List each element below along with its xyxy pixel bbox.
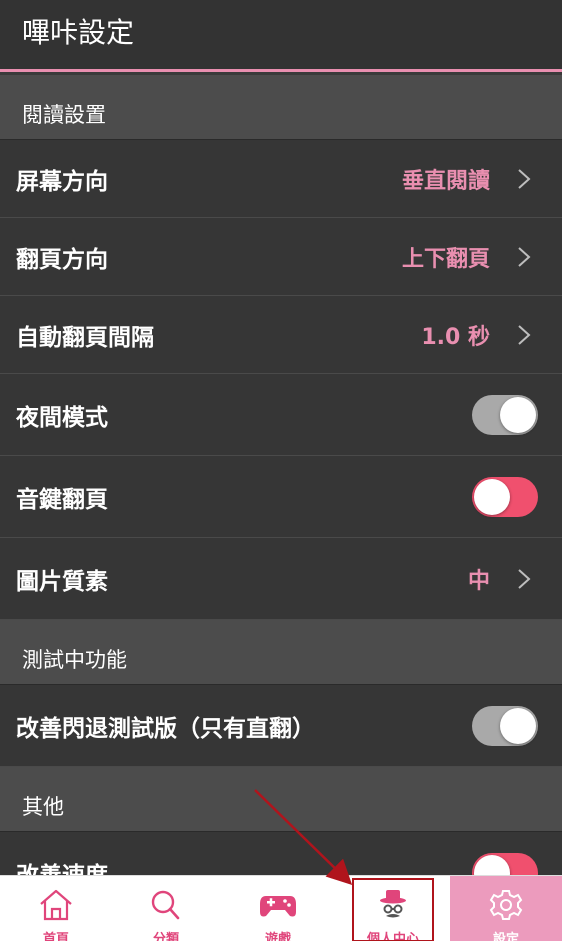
setting-label: 改善速度 [16, 856, 108, 876]
toggle-knob [500, 396, 536, 433]
crash-fix-beta-toggle[interactable] [472, 705, 538, 746]
improve-speed-toggle[interactable] [472, 852, 538, 875]
home-icon [40, 889, 72, 921]
section-title: 測試中功能 [22, 648, 127, 672]
setting-volume-key-flip: 音鍵翻頁 [0, 456, 562, 538]
gear-icon [489, 890, 523, 920]
setting-crash-fix-beta: 改善閃退測試版（只有直翻） [0, 685, 562, 767]
gamepad-icon [260, 896, 296, 917]
tab-category[interactable]: 分類 [110, 876, 222, 941]
setting-value: 垂直閱讀 [401, 168, 490, 194]
setting-image-quality[interactable]: 圖片質素 中 [0, 538, 562, 620]
chevron-right-icon [518, 168, 531, 189]
chevron-right-icon [518, 568, 531, 589]
tab-games[interactable]: 遊戲 [222, 876, 334, 941]
setting-night-mode: 夜間模式 [0, 374, 562, 456]
tab-label: 遊戲 [264, 932, 291, 941]
toggle-knob [500, 707, 536, 744]
page-title: 嗶咔設定 [22, 16, 135, 49]
setting-label: 屏幕方向 [16, 168, 108, 195]
setting-value: 1.0 秒 [421, 324, 490, 350]
setting-value: 上下翻頁 [401, 246, 490, 272]
tab-settings[interactable]: 設定 [450, 876, 562, 941]
setting-page-direction[interactable]: 翻頁方向 上下翻頁 [0, 218, 562, 296]
setting-label: 音鍵翻頁 [16, 486, 108, 513]
section-title: 其他 [22, 795, 64, 819]
section-header-reading: 閱讀設置 [0, 75, 562, 140]
setting-label: 翻頁方向 [16, 246, 108, 273]
settings-list[interactable]: 閱讀設置 屏幕方向 垂直閱讀 翻頁方向 上下翻頁 自動翻頁間隔 1.0 秒 夜間… [0, 75, 562, 875]
setting-value: 中 [467, 568, 490, 594]
chevron-right-icon [518, 324, 531, 345]
setting-improve-speed: 改善速度 [0, 832, 562, 875]
tab-label: 分類 [152, 932, 179, 941]
setting-label: 自動翻頁間隔 [16, 324, 154, 351]
section-title: 閱讀設置 [22, 103, 106, 127]
setting-label: 圖片質素 [16, 568, 108, 595]
volume-key-flip-toggle[interactable] [472, 476, 538, 517]
toggle-knob [474, 854, 510, 875]
app-bar: 嗶咔設定 [0, 0, 562, 72]
tab-label: 首頁 [42, 932, 69, 941]
chevron-right-icon [518, 246, 531, 267]
tab-label: 設定 [492, 932, 519, 941]
setting-auto-page-interval[interactable]: 自動翻頁間隔 1.0 秒 [0, 296, 562, 374]
tab-label: 個人中心 [366, 932, 419, 941]
setting-label: 改善閃退測試版（只有直翻） [16, 715, 315, 742]
tab-profile[interactable]: 個人中心 [337, 876, 449, 941]
section-header-other: 其他 [0, 767, 562, 832]
profile-hat-icon [380, 890, 406, 918]
search-icon [151, 890, 180, 920]
toggle-knob [474, 478, 510, 515]
setting-label: 夜間模式 [16, 404, 108, 431]
section-header-testing: 測試中功能 [0, 620, 562, 685]
setting-screen-orientation[interactable]: 屏幕方向 垂直閱讀 [0, 140, 562, 218]
night-mode-toggle[interactable] [472, 394, 538, 435]
bottom-navigation: 首頁 分類 遊戲 個人中心 設定 [0, 875, 562, 941]
tab-home[interactable]: 首頁 [0, 876, 112, 941]
